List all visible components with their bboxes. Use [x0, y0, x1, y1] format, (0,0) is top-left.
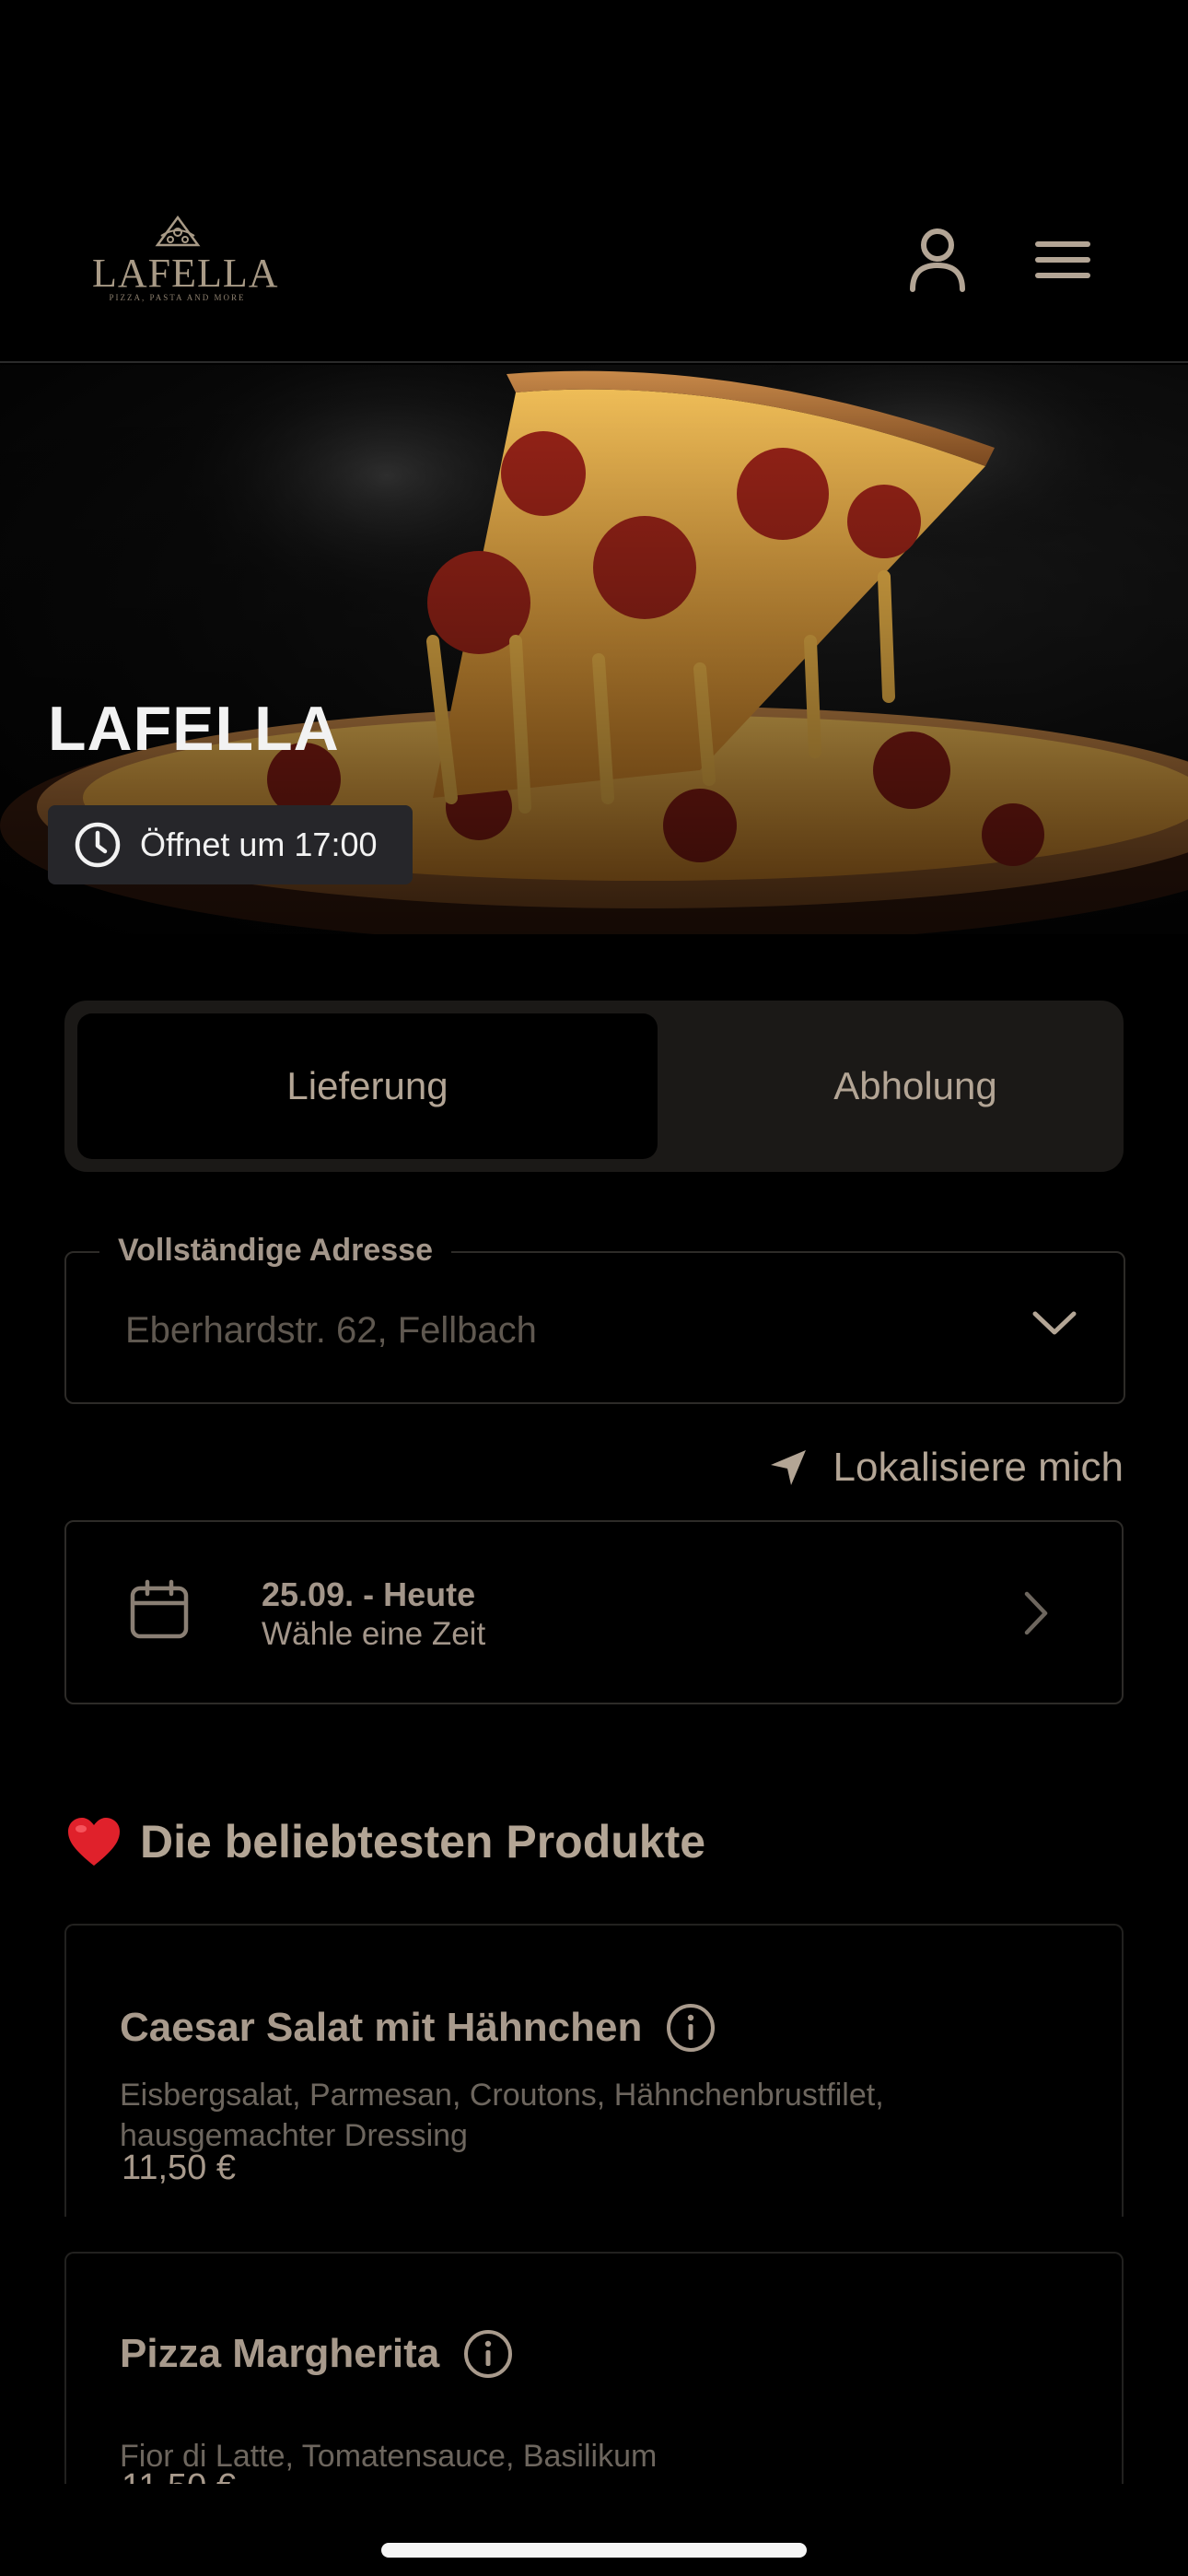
locate-me-label: Lokalisiere mich — [833, 1445, 1124, 1490]
info-icon[interactable] — [463, 2329, 513, 2379]
product-price: 11,50 € — [122, 2149, 236, 2187]
popular-products-title: Die beliebtesten Produkte — [140, 1816, 706, 1868]
opening-status-badge: Öffnet um 17:00 — [48, 805, 413, 884]
delivery-time-hint: Wähle eine Zeit — [262, 1616, 486, 1652]
app-header: LAFELLA PIZZA, PASTA AND MORE — [0, 0, 1188, 363]
product-description: Fior di Latte, Tomatensauce, Basilikum — [120, 2439, 658, 2474]
product-card[interactable]: Caesar Salat mit Hähnchen Eisbergsalat, … — [64, 1924, 1124, 2217]
info-icon[interactable] — [666, 2003, 716, 2053]
product-card[interactable]: Pizza Margherita Fior di Latte, Tomatens… — [64, 2252, 1124, 2484]
order-mode-toggle: Lieferung Abholung — [64, 1001, 1124, 1172]
tab-delivery[interactable]: Lieferung — [77, 1013, 658, 1159]
heart-icon — [68, 1818, 120, 1866]
restaurant-name: LAFELLA — [48, 694, 340, 764]
hero-banner: LAFELLA Öffnet um 17:00 — [0, 365, 1188, 934]
tab-pickup[interactable]: Abholung — [658, 1013, 1173, 1159]
location-arrow-icon — [770, 1450, 806, 1485]
menu-button[interactable] — [1028, 225, 1098, 295]
logo-tagline: PIZZA, PASTA AND MORE — [109, 293, 246, 302]
account-button[interactable] — [903, 225, 973, 295]
product-title: Caesar Salat mit Hähnchen — [120, 2003, 716, 2053]
logo-wordmark: LAFELLA — [92, 251, 279, 296]
home-indicator[interactable] — [381, 2543, 807, 2558]
hamburger-menu-icon — [1035, 241, 1090, 278]
product-name: Caesar Salat mit Hähnchen — [120, 2005, 643, 2050]
address-label: Vollständige Adresse — [99, 1233, 451, 1269]
product-description: Eisbergsalat, Parmesan, Croutons, Hähnch… — [120, 2078, 884, 2153]
product-price: 11,50 € — [122, 2467, 236, 2484]
calendar-icon — [130, 1579, 189, 1639]
lafella-logo[interactable]: LAFELLA PIZZA, PASTA AND MORE — [92, 214, 279, 302]
product-name: Pizza Margherita — [120, 2331, 440, 2376]
product-title: Pizza Margherita — [120, 2329, 513, 2379]
address-value: Eberhardstr. 62, Fellbach — [125, 1310, 537, 1351]
clock-icon — [75, 822, 121, 868]
chevron-down-icon — [1032, 1311, 1077, 1335]
address-select[interactable]: Vollständige Adresse Eberhardstr. 62, Fe… — [64, 1233, 1125, 1404]
pizza-logo-icon — [155, 215, 200, 247]
opening-status-text: Öffnet um 17:00 — [140, 825, 378, 863]
popular-products-heading: Die beliebtesten Produkte — [66, 1815, 705, 1868]
delivery-date: 25.09. - Heute — [262, 1575, 476, 1613]
delivery-time-picker[interactable]: 25.09. - Heute Wähle eine Zeit — [64, 1520, 1124, 1704]
user-icon — [910, 228, 965, 292]
chevron-right-icon — [1024, 1591, 1048, 1635]
locate-me-button[interactable]: Lokalisiere mich — [769, 1445, 1124, 1491]
